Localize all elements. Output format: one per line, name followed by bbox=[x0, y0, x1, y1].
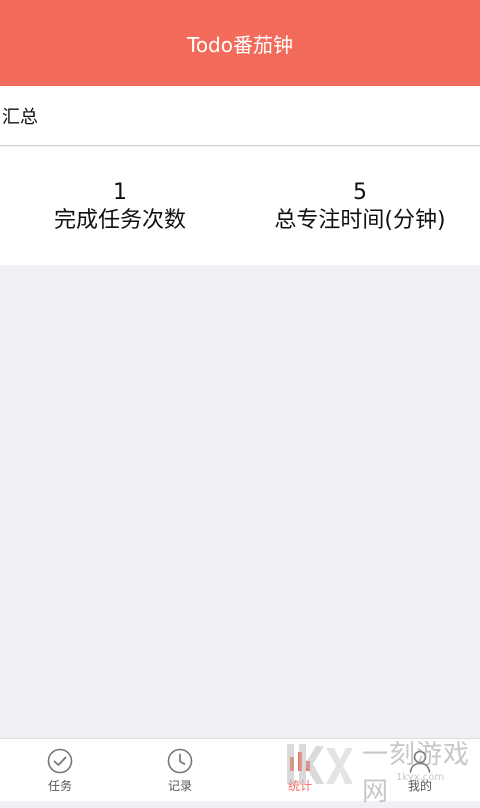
stat-value: 1 bbox=[113, 180, 127, 205]
tab-label: 记录 bbox=[167, 779, 192, 793]
check-circle-icon bbox=[46, 747, 74, 775]
tab-label: 统计 bbox=[287, 779, 312, 793]
stat-label: 完成任务次数 bbox=[53, 208, 186, 233]
page-title: Todo番茄钟 bbox=[187, 32, 293, 57]
stat-completed-tasks: 1 完成任务次数 bbox=[0, 147, 240, 265]
summary-section-header: 汇总 bbox=[0, 86, 480, 146]
tab-tasks[interactable]: 任务 bbox=[0, 739, 120, 801]
stat-total-focus-time: 5 总专注时间(分钟) bbox=[240, 147, 480, 265]
tab-statistics[interactable]: 统计 bbox=[240, 739, 360, 801]
tab-label: 任务 bbox=[47, 779, 72, 793]
stat-label: 总专注时间(分钟) bbox=[274, 208, 446, 233]
user-icon bbox=[406, 747, 434, 775]
tab-records[interactable]: 记录 bbox=[120, 739, 240, 801]
stats-panel: 1 完成任务次数 5 总专注时间(分钟) bbox=[0, 147, 480, 265]
tab-label: 我的 bbox=[407, 779, 432, 793]
stat-value: 5 bbox=[353, 180, 367, 205]
bar-chart-icon bbox=[286, 747, 314, 775]
content-area bbox=[0, 265, 480, 738]
bottom-tab-bar: 任务 记录 统计 我的 bbox=[0, 738, 480, 801]
tab-profile[interactable]: 我的 bbox=[360, 739, 480, 801]
app-header: Todo番茄钟 bbox=[0, 0, 480, 86]
clock-icon bbox=[166, 747, 194, 775]
summary-label: 汇总 bbox=[2, 106, 38, 128]
